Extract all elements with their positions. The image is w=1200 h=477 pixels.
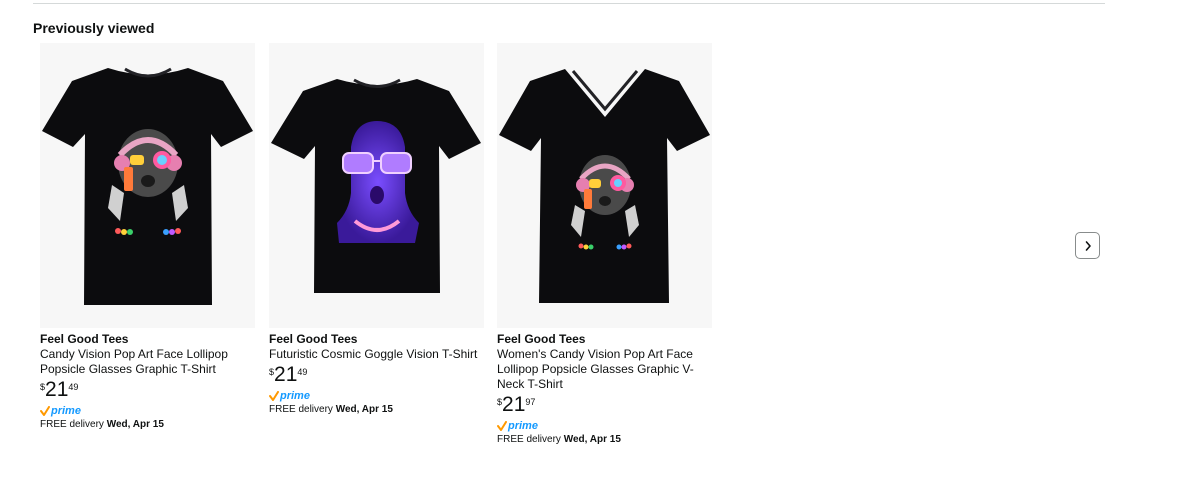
- delivery-info: FREE delivery Wed, Apr 15: [497, 433, 712, 446]
- product-brand: Feel Good Tees: [40, 332, 129, 346]
- product-card[interactable]: Feel Good Tees Women's Candy Vision Pop …: [497, 43, 712, 446]
- prime-label: prime: [508, 420, 538, 432]
- delivery-info: FREE delivery Wed, Apr 15: [269, 403, 484, 416]
- prime-check-icon: [40, 406, 50, 416]
- product-brand: Feel Good Tees: [269, 332, 358, 346]
- price-fraction: 49: [68, 382, 79, 392]
- prime-label: prime: [51, 405, 81, 417]
- product-title-link[interactable]: Futuristic Cosmic Goggle Vision T-Shirt: [269, 347, 484, 362]
- candy-vision-tshirt-image[interactable]: [40, 43, 255, 328]
- delivery-prefix: FREE delivery: [497, 434, 561, 445]
- delivery-prefix: FREE delivery: [269, 404, 333, 415]
- product-title-link[interactable]: Women's Candy Vision Pop Art Face Lollip…: [497, 347, 712, 392]
- price-whole: 21: [502, 393, 526, 416]
- price-symbol: $: [269, 367, 275, 377]
- price-fraction: 97: [525, 397, 536, 407]
- product-price: $2149: [269, 364, 484, 386]
- price-whole: 21: [274, 363, 298, 386]
- product-card[interactable]: Feel Good Tees Candy Vision Pop Art Face…: [40, 43, 255, 431]
- prime-badge: prime: [497, 418, 712, 432]
- product-price: $2197: [497, 394, 712, 416]
- price-symbol: $: [497, 397, 503, 407]
- prime-label: prime: [280, 390, 310, 402]
- delivery-date: Wed, Apr 15: [335, 404, 393, 415]
- prime-check-icon: [269, 391, 279, 401]
- delivery-info: FREE delivery Wed, Apr 15: [40, 418, 255, 431]
- price-fraction: 49: [297, 367, 308, 377]
- prime-check-icon: [497, 421, 507, 431]
- prime-badge: prime: [40, 403, 255, 417]
- chevron-right-icon: [1085, 240, 1091, 251]
- price-whole: 21: [45, 378, 69, 401]
- prime-badge: prime: [269, 388, 484, 402]
- price-symbol: $: [40, 382, 46, 392]
- delivery-date: Wed, Apr 15: [563, 434, 621, 445]
- cosmic-goggle-tshirt-image[interactable]: [269, 43, 484, 328]
- section-title: Previously viewed: [33, 20, 155, 36]
- candy-vision-vneck-image[interactable]: [497, 43, 712, 328]
- delivery-prefix: FREE delivery: [40, 419, 104, 430]
- product-price: $2149: [40, 379, 255, 401]
- carousel-next-button[interactable]: [1075, 232, 1100, 259]
- product-title-link[interactable]: Candy Vision Pop Art Face Lollipop Popsi…: [40, 347, 255, 377]
- product-card[interactable]: Feel Good Tees Futuristic Cosmic Goggle …: [269, 43, 484, 416]
- delivery-date: Wed, Apr 15: [106, 419, 164, 430]
- product-brand: Feel Good Tees: [497, 332, 586, 346]
- section-divider: [33, 3, 1105, 4]
